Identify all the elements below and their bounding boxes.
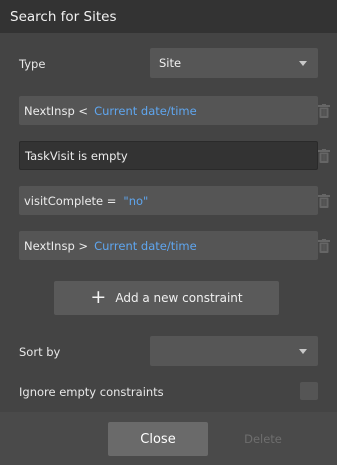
constraint-dynamic-value[interactable]: Current date/time [94, 239, 197, 253]
sort-by-dropdown[interactable] [150, 336, 318, 366]
type-label: Type [19, 57, 46, 71]
trash-icon[interactable] [318, 194, 330, 208]
constraint-row-2[interactable]: TaskVisit is empty [19, 141, 318, 170]
chevron-down-icon [299, 349, 307, 354]
constraint-expression: visitComplete = [24, 193, 117, 208]
constraint-string-value[interactable]: "no" [123, 194, 148, 208]
dialog-title: Search for Sites [0, 0, 337, 33]
trash-icon[interactable] [318, 239, 330, 253]
constraint-expression: TaskVisit is empty [25, 148, 128, 163]
type-row: Type Site [0, 48, 337, 78]
close-button[interactable]: Close [108, 422, 208, 456]
trash-icon[interactable] [318, 104, 330, 118]
constraint-dynamic-value[interactable]: Current date/time [94, 104, 197, 118]
type-dropdown[interactable]: Site [150, 48, 318, 78]
delete-button[interactable]: Delete [230, 422, 296, 456]
ignore-empty-checkbox[interactable] [300, 382, 318, 400]
add-constraint-button[interactable]: + Add a new constraint [54, 281, 279, 315]
plus-icon: + [90, 285, 107, 308]
constraint-expression: NextInsp > [24, 238, 89, 253]
search-for-sites-dialog: Search for Sites Type Site NextInsp < Cu… [0, 0, 337, 465]
ignore-empty-label: Ignore empty constraints [19, 385, 164, 399]
sort-by-label: Sort by [19, 345, 61, 359]
chevron-down-icon [299, 61, 307, 66]
type-dropdown-value: Site [159, 56, 182, 70]
constraint-row-4[interactable]: NextInsp > Current date/time [19, 231, 318, 260]
constraint-expression: NextInsp < [24, 103, 89, 118]
constraint-row-1[interactable]: NextInsp < Current date/time [19, 96, 318, 125]
dialog-footer: Close Delete [0, 412, 337, 465]
constraint-row-3[interactable]: visitComplete = "no" [19, 186, 318, 215]
add-constraint-label: Add a new constraint [115, 291, 243, 305]
trash-icon[interactable] [318, 149, 330, 163]
